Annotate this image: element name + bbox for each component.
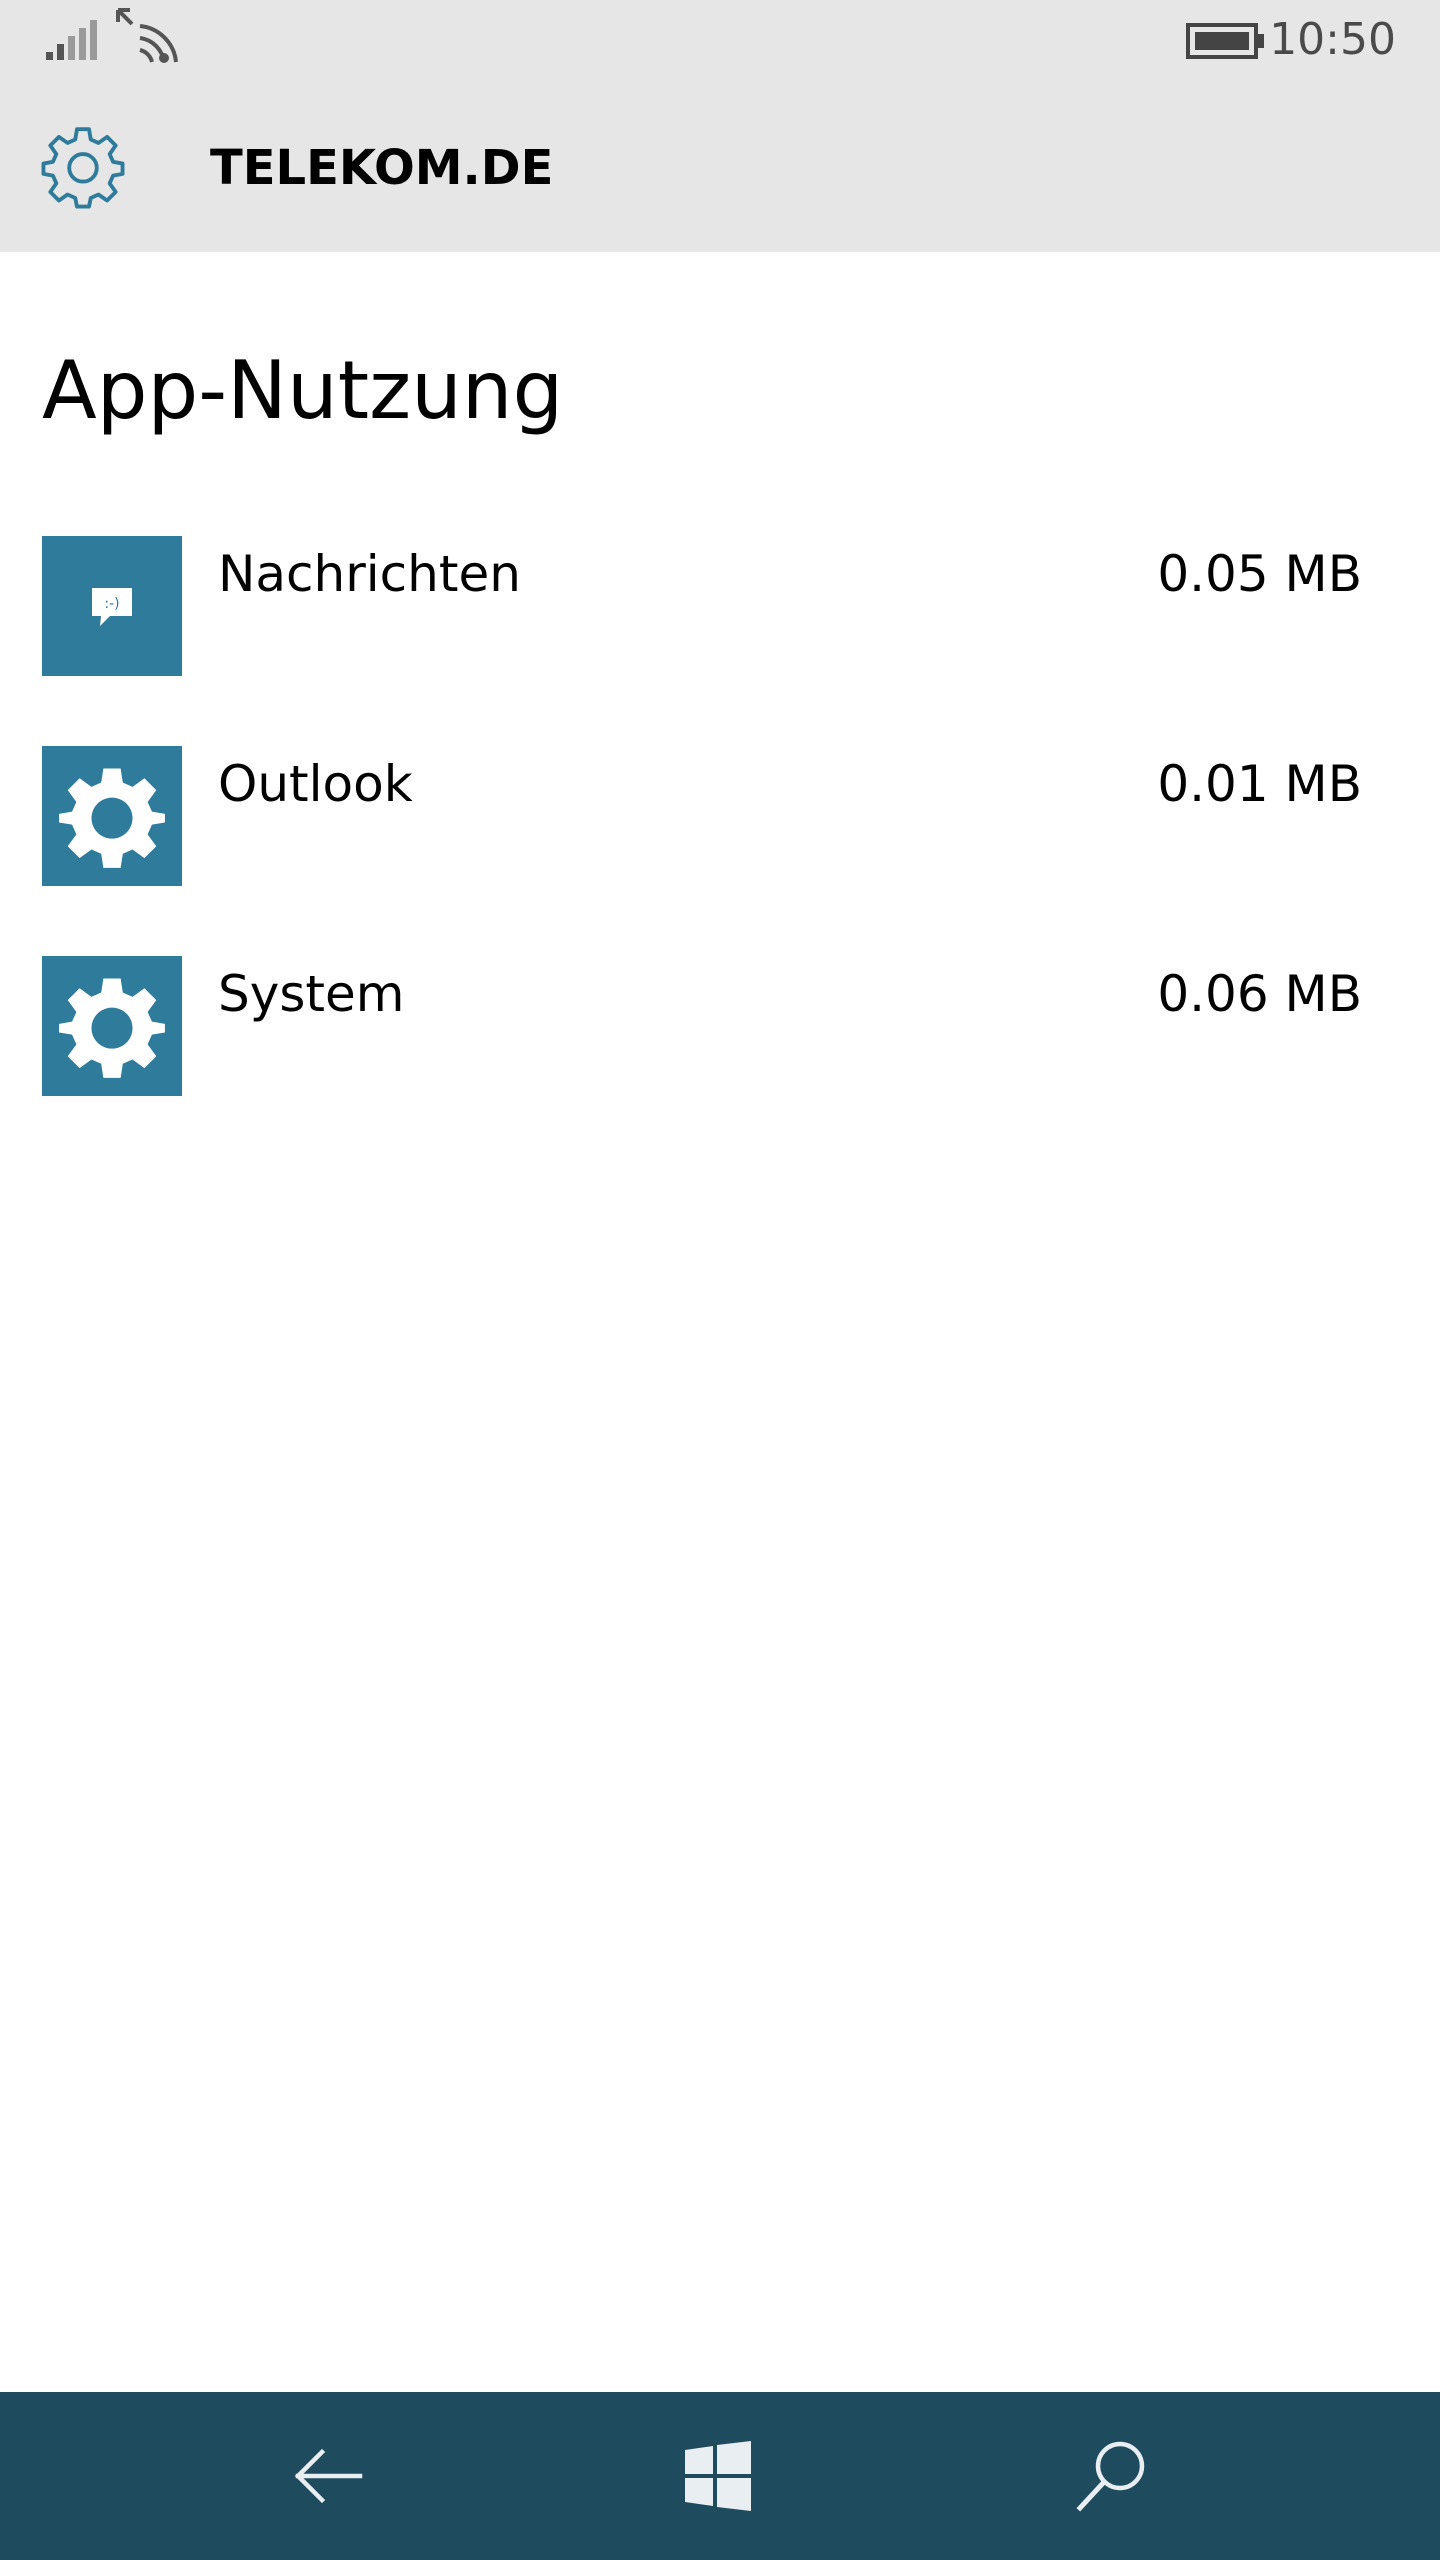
status-bar: 10:50 [0,0,1440,80]
app-name: System [218,965,405,1023]
back-button[interactable] [278,2426,378,2526]
navigation-bar [0,2392,1440,2560]
app-tile: :-) [42,536,182,676]
back-arrow-icon [294,2448,363,2504]
app-name: Nachrichten [218,545,521,603]
app-usage: 0.01 MB [1157,755,1362,813]
windows-start-icon [685,2441,751,2511]
app-usage: 0.06 MB [1157,965,1362,1023]
app-tile [42,746,182,886]
wifi-icon [116,8,178,63]
top-band: 10:50 TELEKOM.DE [0,0,1440,252]
signal-strength-icon [46,20,97,60]
app-usage: 0.05 MB [1157,545,1362,603]
gear-icon [59,768,165,868]
battery-icon [1186,23,1264,59]
messaging-icon: :-) [92,588,132,626]
status-time: 10:50 [1269,14,1396,65]
screen: 10:50 TELEKOM.DE App-Nutzung :-) Nachric… [0,0,1440,2560]
app-row-system[interactable]: System 0.06 MB [0,956,1440,1166]
search-icon [1076,2441,1145,2512]
app-row-nachrichten[interactable]: :-) Nachrichten 0.05 MB [0,536,1440,746]
gear-icon [41,127,125,209]
gear-icon [59,978,165,1078]
start-button[interactable] [668,2426,768,2526]
search-button[interactable] [1062,2426,1162,2526]
app-tile [42,956,182,1096]
app-header: TELEKOM.DE [0,80,1440,252]
app-usage-list: :-) Nachrichten 0.05 MB Outlook 0.01 MB … [0,536,1440,1166]
header-title: TELEKOM.DE [210,140,554,196]
page-title: App-Nutzung [42,344,564,437]
svg-text::-): :-) [104,596,119,612]
app-name: Outlook [218,755,413,813]
app-row-outlook[interactable]: Outlook 0.01 MB [0,746,1440,956]
